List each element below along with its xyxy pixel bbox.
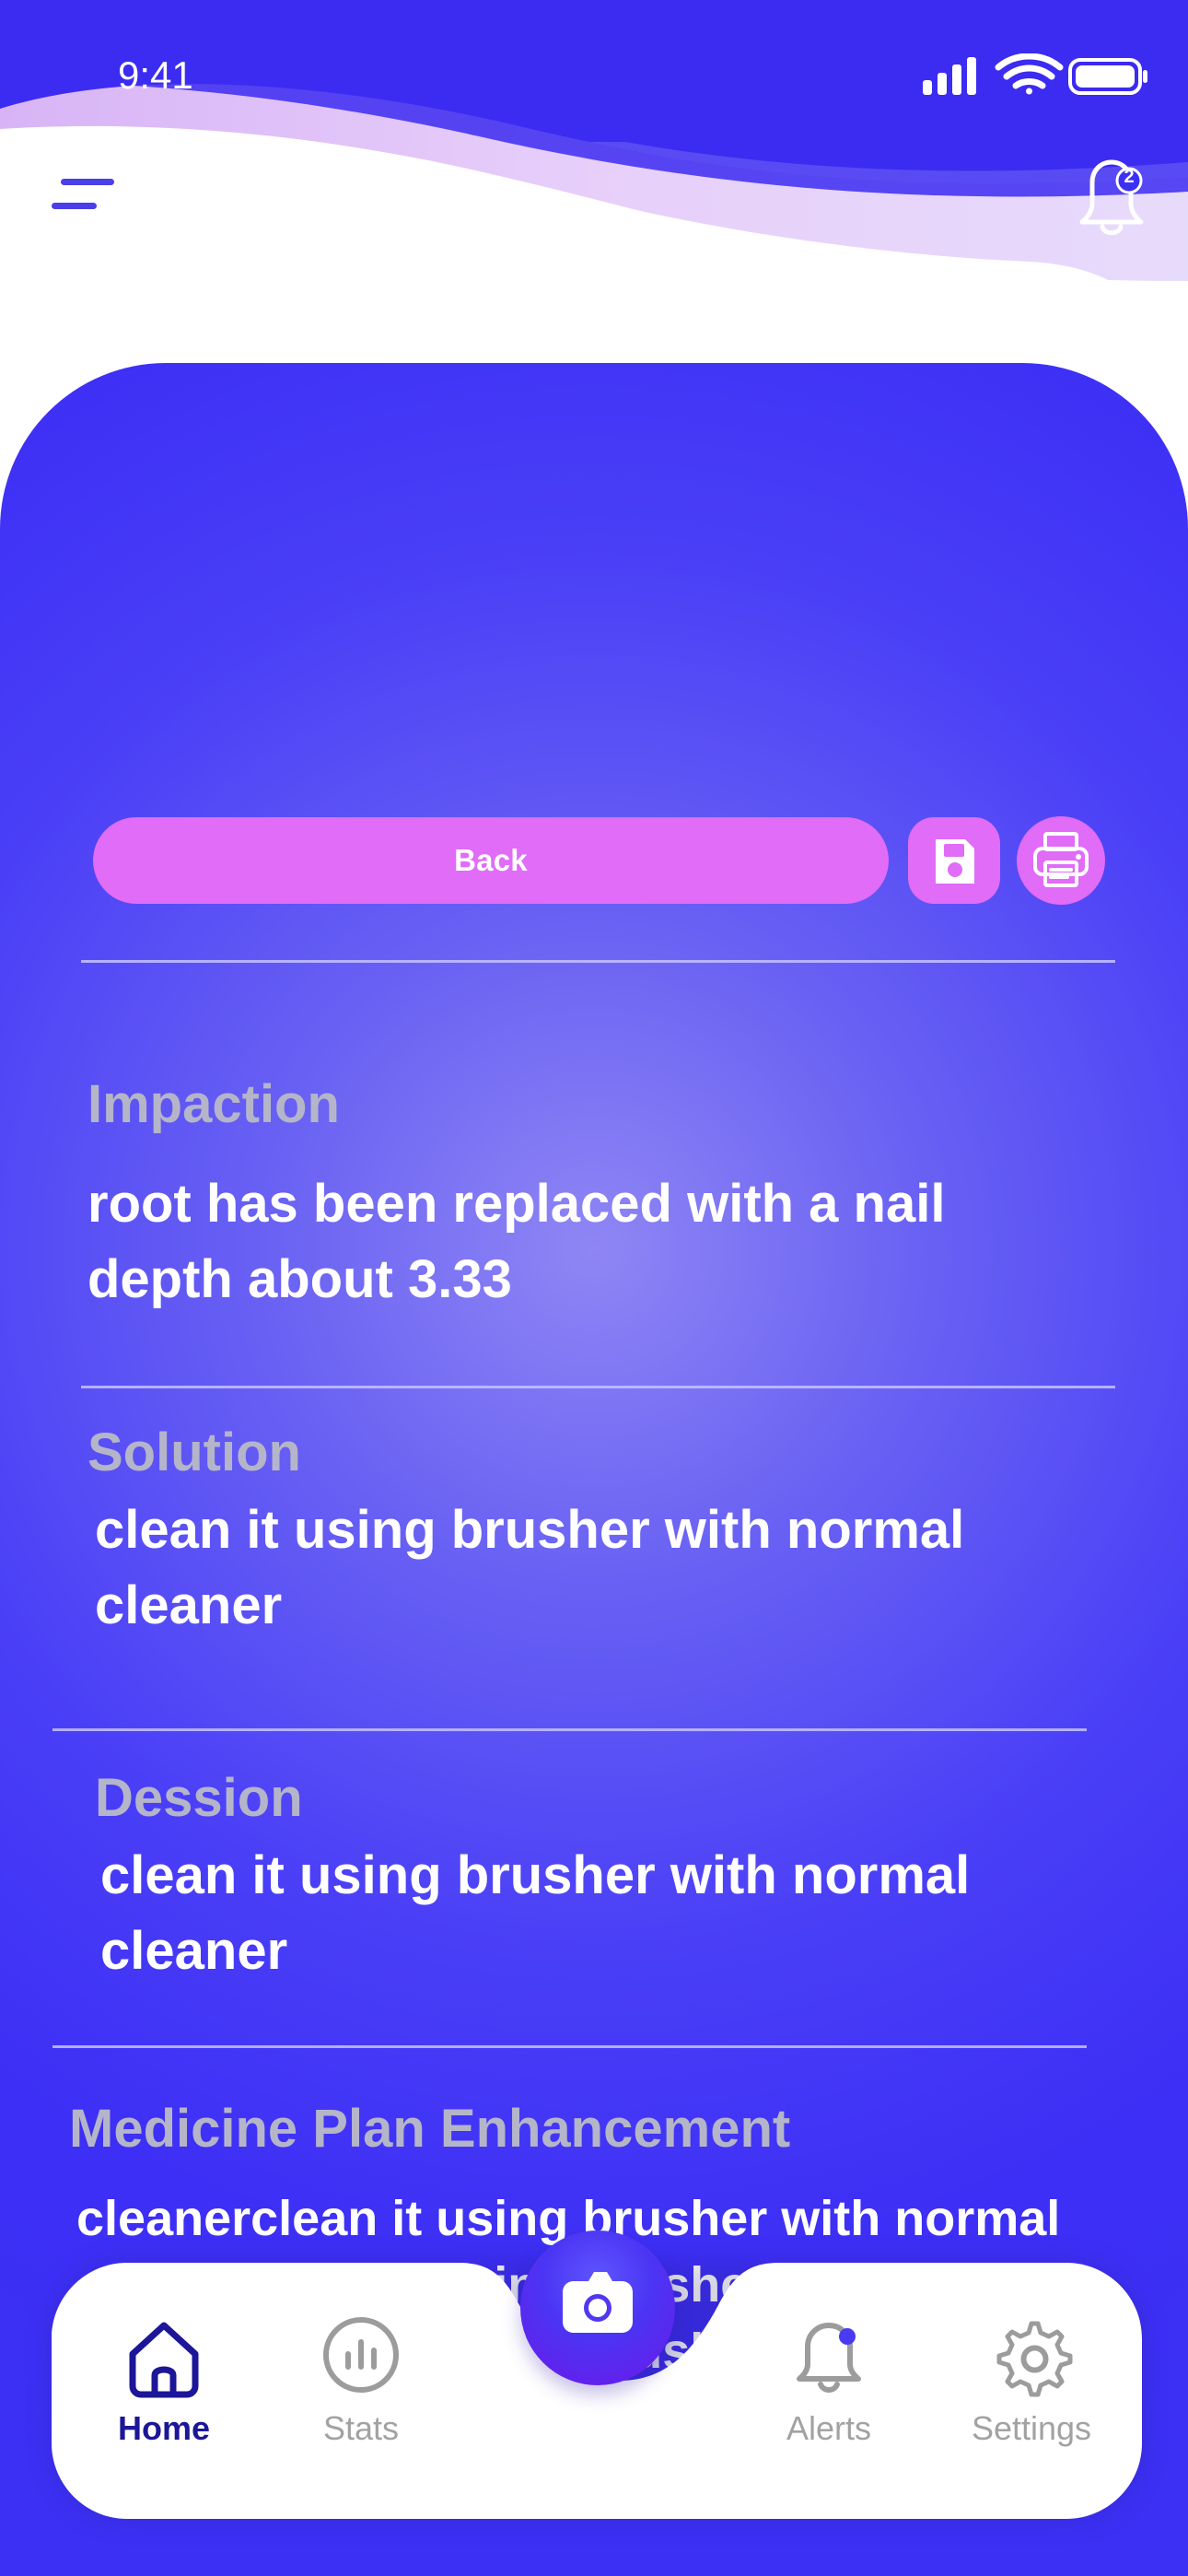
save-icon: [936, 839, 974, 884]
nav-settings[interactable]: Settings: [949, 2311, 1114, 2445]
alerts-bell-icon: [797, 2323, 861, 2393]
wifi-icon: [995, 53, 1064, 95]
nav-label: Home: [117, 2409, 211, 2447]
battery-icon: [1068, 58, 1147, 95]
section-body: clean it using brusher with normal clean…: [100, 1845, 971, 1981]
camera-button[interactable]: [520, 2231, 675, 2385]
notification-count: 2: [1124, 167, 1135, 187]
hamburger-menu-icon: [52, 179, 114, 209]
nav-alerts[interactable]: Alerts: [746, 2311, 912, 2445]
section-divider: [81, 960, 1115, 963]
stats-icon: [323, 2317, 399, 2393]
section-title: Solution: [87, 1423, 301, 1482]
section-divider: [81, 1386, 1115, 1388]
section-title: Impaction: [87, 1074, 340, 1134]
back-button[interactable]: Back: [93, 817, 889, 904]
section-divider: [52, 1728, 1087, 1731]
nav-label: Settings: [971, 2409, 1092, 2447]
nav-stats[interactable]: Stats: [278, 2311, 444, 2445]
nav-label: Stats: [322, 2409, 400, 2447]
nav-home[interactable]: Home: [81, 2311, 247, 2445]
bell-icon: [1079, 159, 1144, 236]
cellular-signal-icon: [923, 57, 976, 95]
nav-label: Alerts: [786, 2409, 872, 2447]
section-title: Dession: [95, 1768, 303, 1828]
section-divider: [52, 2045, 1087, 2048]
notification-button[interactable]: 2: [1072, 155, 1151, 243]
dession-section: Dession clean it using brusher with norm…: [95, 1772, 1117, 1989]
camera-icon: [563, 2272, 633, 2333]
section-body: clean it using brusher with normal clean…: [95, 1500, 965, 1635]
print-icon: [1033, 832, 1089, 887]
impaction-section: Impaction root has been replaced with a …: [87, 1078, 1110, 1317]
solution-section: Solution clean it using brusher with nor…: [87, 1426, 1110, 1644]
status-bar-icons: [923, 53, 1147, 100]
section-title: Medicine Plan Enhancement: [69, 2099, 791, 2159]
save-button[interactable]: [908, 817, 1000, 904]
status-time: 9:41: [118, 53, 193, 97]
settings-gear-icon: [996, 2321, 1073, 2397]
section-body: root has been replaced with a nail depth…: [87, 1174, 946, 1309]
print-button[interactable]: [1017, 816, 1105, 905]
menu-button[interactable]: [44, 166, 129, 238]
home-icon: [129, 2322, 199, 2398]
